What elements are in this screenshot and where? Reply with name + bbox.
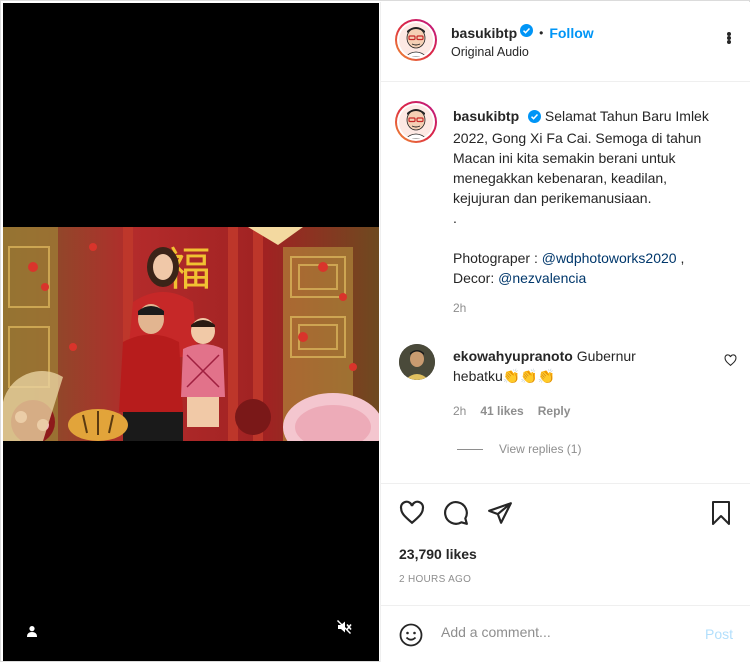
caricature-icon — [399, 23, 433, 57]
family-photo-illustration: 福 — [3, 227, 379, 441]
speaker-muted-icon — [337, 619, 352, 634]
verified-badge-icon — [528, 108, 542, 128]
post-comment-button[interactable]: Post — [705, 626, 733, 642]
more-options-button[interactable] — [727, 32, 731, 44]
smiley-icon — [399, 623, 423, 647]
caption-author-avatar[interactable] — [395, 101, 437, 143]
caption-line-2: 2022, Gong Xi Fa Cai. Semoga di tahun — [453, 130, 702, 146]
post-header: basukibtp • Follow Original Audio — [381, 2, 750, 82]
caption-line-3: Macan ini kita semakin berani untuk — [453, 150, 676, 166]
caption-line-1: Selamat Tahun Baru Imlek — [544, 108, 709, 124]
caricature-icon — [399, 105, 433, 139]
post-dialog: 福 basukibtp • Follow Original Audio basu… — [0, 0, 750, 662]
likes-count[interactable]: 23,790 likes — [399, 546, 477, 562]
comment-body: Gubernur — [576, 348, 636, 364]
tagged-users-button[interactable] — [21, 621, 43, 643]
author-username[interactable]: basukibtp — [451, 25, 517, 41]
commenter-username[interactable]: ekowahyupranoto — [453, 348, 573, 364]
commenter-avatar[interactable] — [399, 344, 435, 380]
caption-username[interactable]: basukibtp — [453, 108, 519, 124]
commenter-photo — [399, 344, 435, 380]
comment-body-line-2: hebatku👏👏👏 — [453, 368, 556, 384]
post-sidebar: basukibtp • Follow Original Audio basuki… — [380, 2, 750, 662]
caption-line-4: menegakkan kebenaran, keadilan, — [453, 170, 668, 186]
save-button[interactable] — [709, 500, 733, 529]
reply-button[interactable]: Reply — [538, 404, 571, 418]
separator-dot: • — [539, 26, 544, 40]
action-bar — [399, 500, 513, 529]
like-button[interactable] — [399, 500, 425, 529]
caption-line-5: kejujuran dan perikemanusiaan. — [453, 190, 652, 206]
post-timestamp[interactable]: 2 HOURS AGO — [399, 574, 471, 585]
engagement-section: 23,790 likes 2 HOURS AGO — [381, 483, 750, 585]
comment-input[interactable] — [441, 624, 681, 640]
comment-likes[interactable]: 41 likes — [480, 404, 523, 418]
heart-outline-icon — [724, 354, 737, 367]
decor-link[interactable]: @nezvalencia — [498, 270, 586, 286]
view-replies-button[interactable]: View replies (1) — [457, 442, 581, 456]
comment-button[interactable] — [443, 500, 469, 529]
comment-bubble-icon — [444, 501, 468, 525]
video-player[interactable]: 福 — [3, 3, 379, 661]
photographer-label: Photograper : — [453, 250, 538, 266]
user-icon — [27, 625, 37, 637]
heart-outline-icon — [399, 500, 425, 525]
author-line: basukibtp • Follow — [451, 24, 594, 42]
view-replies-label: View replies (1) — [499, 442, 582, 456]
mute-toggle-button[interactable] — [329, 613, 359, 643]
photographer-suffix: , — [680, 250, 685, 266]
caption-timestamp[interactable]: 2h — [453, 301, 466, 315]
follow-button[interactable]: Follow — [549, 25, 593, 41]
like-comment-button[interactable] — [724, 354, 737, 370]
divider-line — [457, 448, 483, 450]
comment-composer: Post — [381, 605, 750, 662]
paper-plane-icon — [488, 502, 512, 524]
audio-label[interactable]: Original Audio — [451, 45, 529, 59]
decor-label: Decor: — [453, 270, 495, 286]
caption-text: basukibtp Selamat Tahun Baru Imlek 2022,… — [453, 106, 738, 288]
caption-line-6: . — [453, 210, 457, 226]
photographer-link[interactable]: @wdphotoworks2020 — [542, 250, 677, 266]
comment-meta: 2h 41 likes Reply — [453, 404, 570, 418]
verified-badge-icon — [520, 24, 534, 42]
comment-timestamp[interactable]: 2h — [453, 404, 466, 418]
author-avatar[interactable] — [395, 19, 437, 61]
comment-text: ekowahyupranoto Gubernur hebatku👏👏👏 — [453, 346, 713, 386]
share-button[interactable] — [487, 500, 513, 529]
bookmark-icon — [712, 501, 730, 525]
emoji-button[interactable] — [399, 623, 423, 650]
video-frame: 福 — [3, 227, 379, 441]
